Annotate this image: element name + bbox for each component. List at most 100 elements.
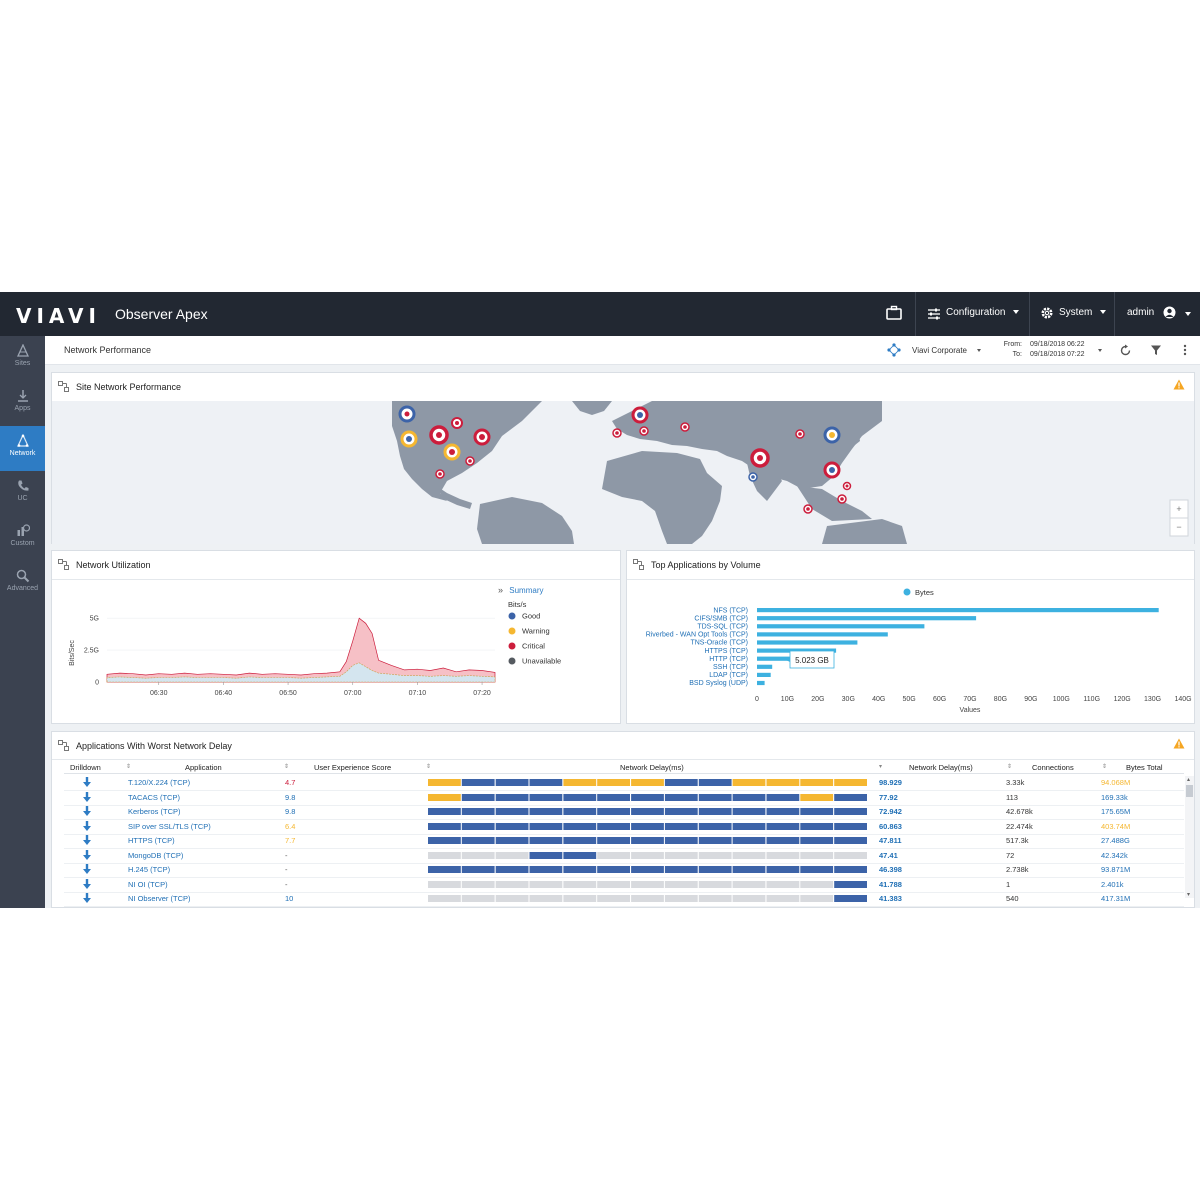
delay-segment[interactable] [800,793,834,801]
chevron-down-icon[interactable] [1185,312,1191,316]
delay-segment[interactable] [597,866,630,873]
delay-segment[interactable] [800,866,834,873]
sort-icon[interactable]: ⇕ [126,763,131,770]
delay-segment[interactable] [428,779,461,786]
delay-segment[interactable] [529,779,563,786]
table-row[interactable]: SIP over SSL/TLS (TCP) 6.4 60.863 22.474k 40… [52,820,1184,835]
table-row[interactable]: H.245 (TCP) - 46.398 2.738k 93.871M [52,863,1184,878]
column-header-network-delay[interactable]: Network Delay(ms) [909,763,973,772]
drilldown-arrow-icon[interactable] [83,820,91,832]
delay-segment[interactable] [461,866,495,873]
summary-toggle[interactable]: » Summary [498,585,543,595]
table-row[interactable]: MongoDB (TCP) - 47.41 72 42.342k [52,849,1184,864]
delay-segment[interactable] [597,822,630,830]
delay-segment[interactable] [597,880,630,888]
application-name[interactable]: NI Observer (TCP) [128,894,191,903]
delay-segment[interactable] [732,880,766,888]
network-delay-bar[interactable] [428,808,869,815]
drilldown-arrow-icon[interactable] [83,806,91,817]
delay-segment[interactable] [529,880,563,888]
to-value[interactable]: 09/18/2018 07:22 [1030,351,1085,358]
delay-segment[interactable] [766,822,800,830]
delay-segment[interactable] [597,779,630,786]
delay-segment[interactable] [664,880,698,888]
sidebar-item-custom[interactable]: Custom [0,516,45,561]
legend-label[interactable]: Good [522,612,540,621]
table-row[interactable]: HTTPS (TCP) 7.7 47.811 517.3k 27.488G [52,834,1184,849]
delay-segment[interactable] [664,822,698,830]
column-header-application[interactable]: Application [185,763,222,772]
delay-segment[interactable] [428,837,461,844]
delay-segment[interactable] [529,808,563,815]
application-name[interactable]: TACACS (TCP) [128,793,180,802]
column-header-user-experience-score[interactable]: User Experience Score [314,763,391,772]
delay-segment[interactable] [732,851,766,859]
bar-cifs-smb-tcp-[interactable] [757,616,977,621]
delay-segment[interactable] [766,895,800,902]
delay-segment[interactable] [664,808,698,815]
legend-label[interactable]: Unavailable [522,657,561,666]
configuration-menu[interactable]: Configuration [946,307,1020,318]
delay-segment[interactable] [631,837,664,844]
delay-segment[interactable] [834,779,867,786]
more-options-icon[interactable] [1183,344,1187,356]
warning-icon[interactable] [1173,738,1185,749]
application-name[interactable]: MongoDB (TCP) [128,851,183,860]
sort-icon[interactable]: ⇕ [284,763,289,770]
delay-segment[interactable] [834,837,867,844]
user-menu[interactable]: admin [1127,307,1154,318]
table-row[interactable]: T.120/X.224 (TCP) 4.7 98.929 3.33k 94.068M [52,776,1184,791]
delay-segment[interactable] [631,808,664,815]
delay-segment[interactable] [495,793,529,801]
delay-segment[interactable] [461,851,495,859]
delay-segment[interactable] [732,895,766,902]
delay-segment[interactable] [800,895,834,902]
delay-segment[interactable] [495,851,529,859]
network-delay-bar[interactable] [428,851,869,859]
legend-label[interactable]: Critical [522,642,545,651]
delay-segment[interactable] [461,895,495,902]
delay-segment[interactable] [428,851,461,859]
delay-segment[interactable] [563,779,597,786]
delay-segment[interactable] [766,793,800,801]
table-row[interactable]: Kerberos (TCP) 9.8 72.942 42.678k 175.65M [52,805,1184,820]
delay-segment[interactable] [834,793,867,801]
delay-segment[interactable] [698,895,732,902]
delay-segment[interactable] [461,779,495,786]
sort-icon[interactable]: ⇕ [1102,763,1107,770]
bar-tds-sql-tcp-[interactable] [757,624,925,629]
column-header-network-delay-bars[interactable]: Network Delay(ms) [620,763,684,772]
delay-segment[interactable] [495,866,529,873]
delay-segment[interactable] [529,793,563,801]
delay-segment[interactable] [664,779,698,786]
delay-segment[interactable] [529,822,563,830]
sidebar-item-advanced[interactable]: Advanced [0,561,45,606]
delay-segment[interactable] [597,837,630,844]
table-row[interactable]: NI Observer (TCP) 10 41.383 540 417.31M [52,892,1184,907]
bar-ldap-tcp-[interactable] [757,672,771,677]
delay-segment[interactable] [800,808,834,815]
delay-segment[interactable] [597,793,630,801]
delay-segment[interactable] [800,779,834,786]
delay-segment[interactable] [664,837,698,844]
time-range-dropdown[interactable] [1098,349,1102,352]
delay-segment[interactable] [428,880,461,888]
filter-icon[interactable] [1150,344,1162,356]
delay-segment[interactable] [631,866,664,873]
delay-segment[interactable] [428,793,461,801]
delay-segment[interactable] [631,793,664,801]
bar-http-tcp-[interactable] [757,656,791,661]
sidebar-item-apps[interactable]: Apps [0,381,45,426]
delay-segment[interactable] [495,895,529,902]
column-header-connections[interactable]: Connections [1032,763,1074,772]
drilldown-arrow-icon[interactable] [83,835,91,846]
delay-segment[interactable] [428,808,461,815]
legend-label[interactable]: Warning [522,627,550,636]
delay-segment[interactable] [698,851,732,859]
warning-icon[interactable] [1173,379,1185,390]
delay-segment[interactable] [597,851,630,859]
delay-segment[interactable] [732,779,766,786]
network-delay-bar[interactable] [428,822,869,830]
sort-icon[interactable]: ⇕ [1007,763,1012,770]
delay-segment[interactable] [529,866,563,873]
